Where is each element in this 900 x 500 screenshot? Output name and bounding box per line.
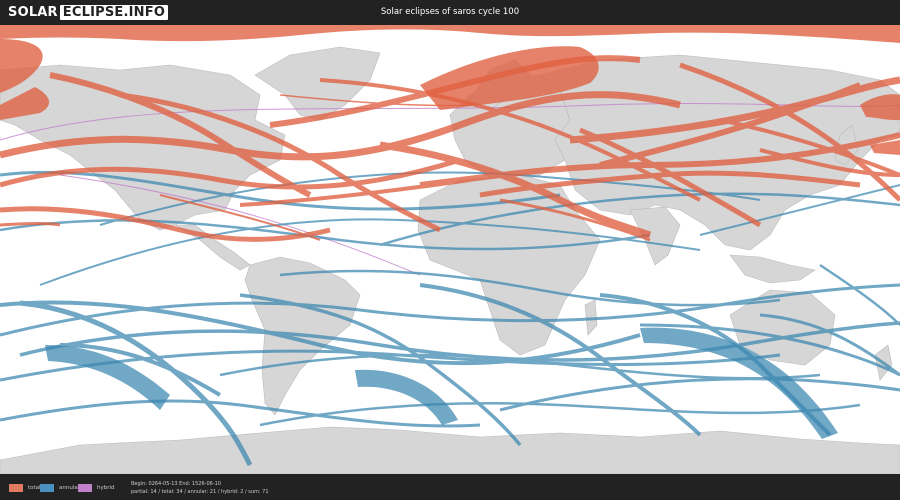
legend-swatch-annular (40, 483, 54, 492)
legend-item-total: total (9, 483, 41, 492)
total-wide-path (0, 25, 900, 43)
annular-path (259, 401, 861, 427)
land-southeast-asia (729, 254, 816, 284)
stats-counts: partial: 14 / total: 34 / annular: 21 / … (131, 489, 269, 495)
header-bar: SOLAR ECLIPSE.INFO Solar eclipses of sar… (0, 0, 900, 25)
page-title: Solar eclipses of saros cycle 100 (380, 7, 520, 17)
world-map (0, 25, 900, 474)
stats-date-range: Begin: 0264-05-13 End: 1526-06-10 (131, 481, 221, 487)
legend-label-annular: annular (59, 484, 80, 491)
legend-item-annular: annular (40, 483, 80, 492)
legend-label-total: total (28, 484, 41, 491)
land-antarctica (0, 426, 900, 474)
footer-bar: total annular hybrid Begin: 0264-05-13 E… (0, 474, 900, 500)
legend-swatch-hybrid (78, 483, 92, 492)
annular-wide-paths (45, 327, 838, 439)
annular-path (39, 218, 701, 286)
eclipse-path-map (0, 25, 900, 474)
saros-stats: Begin: 0264-05-13 End: 1526-06-10 partia… (131, 480, 269, 496)
legend-item-hybrid: hybrid (78, 483, 115, 492)
total-path (0, 222, 61, 227)
legend-swatch-total (9, 483, 23, 492)
annular-wide-path (355, 369, 458, 425)
legend-label-hybrid: hybrid (97, 484, 115, 491)
